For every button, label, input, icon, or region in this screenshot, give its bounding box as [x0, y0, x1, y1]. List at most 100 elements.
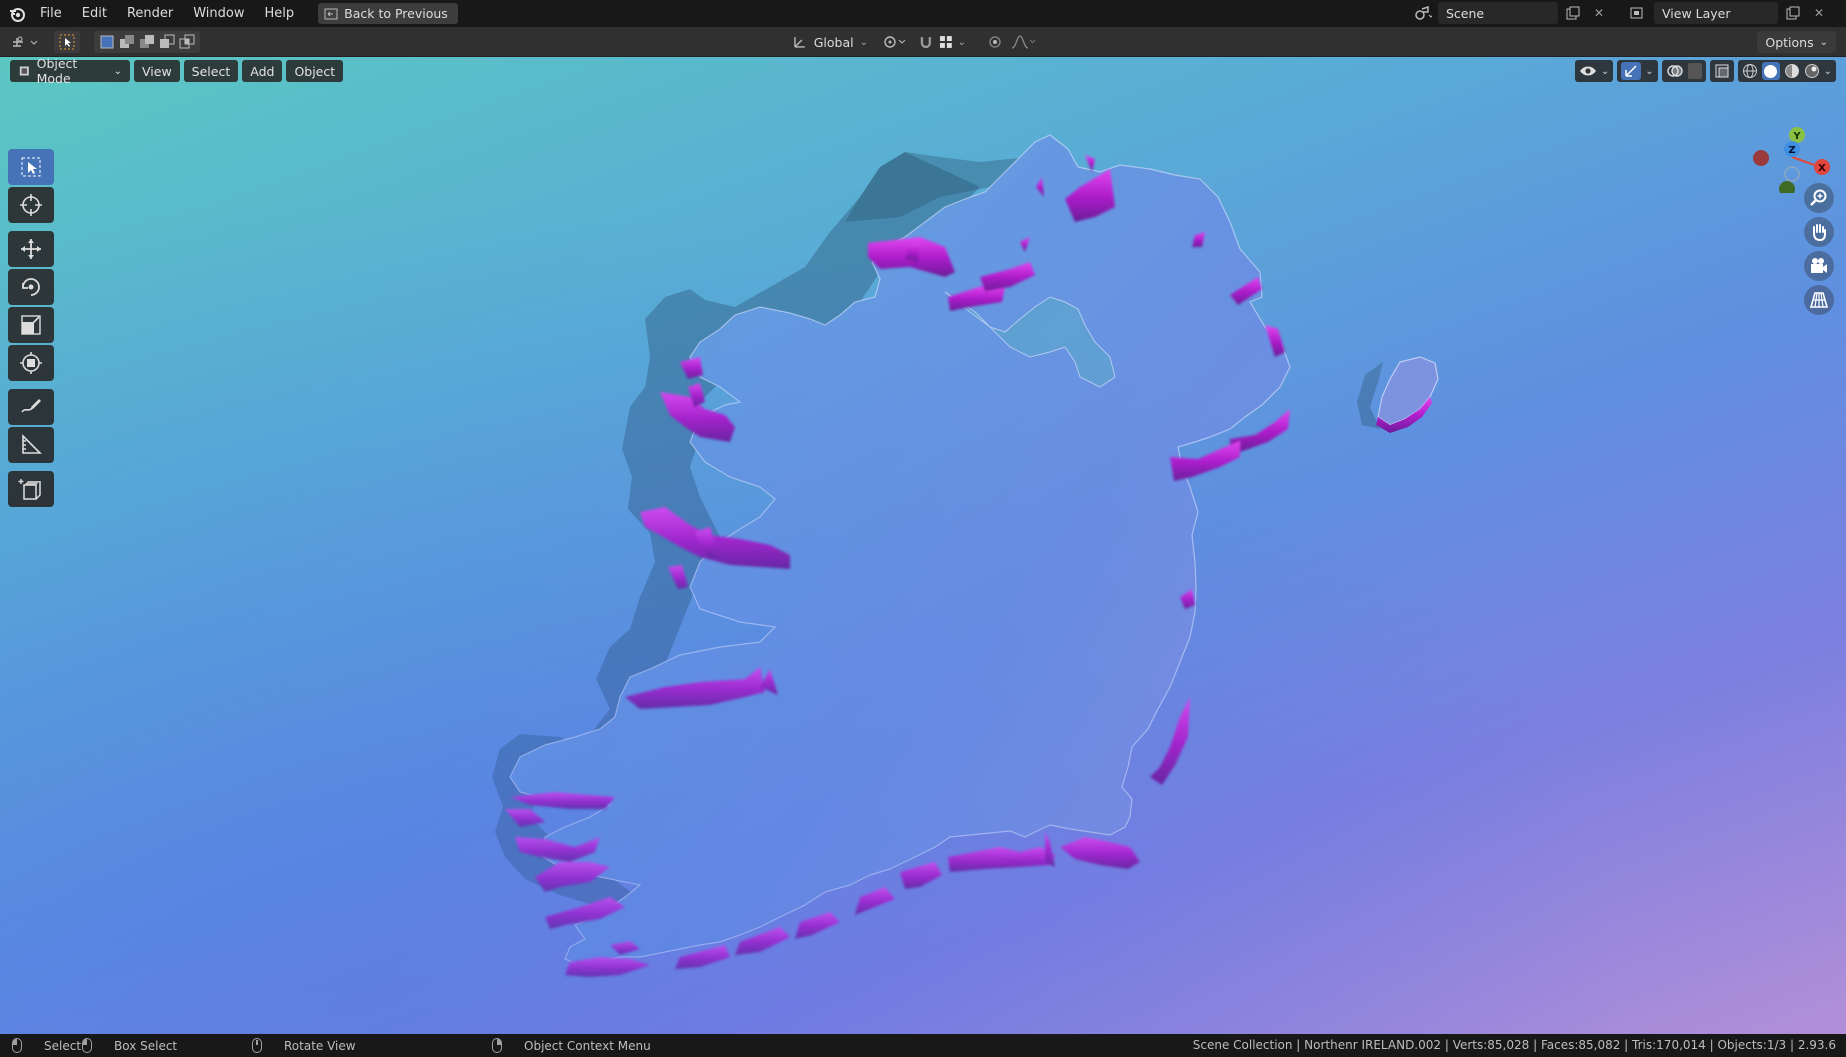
pan-view-button[interactable]	[1804, 217, 1834, 247]
scale-icon	[21, 315, 41, 335]
add-cube-icon	[18, 479, 41, 500]
options-dropdown[interactable]: Options ⌄	[1757, 31, 1836, 53]
overlays-icon[interactable]	[1666, 63, 1684, 79]
viewport-menu-select[interactable]: Select	[183, 60, 239, 82]
blender-window: File Edit Render Window Help Back to Pre…	[0, 0, 1846, 1057]
viewport-shading-controls: ⌄ ⌄ ⌄	[1574, 60, 1836, 82]
back-icon	[324, 8, 338, 19]
tool-rotate[interactable]	[8, 269, 54, 305]
visibility-group: ⌄	[1574, 60, 1614, 82]
snap-increment-icon[interactable]	[938, 34, 954, 50]
new-view-layer-icon[interactable]	[1782, 2, 1804, 24]
overlays-dropdown[interactable]	[1687, 63, 1702, 79]
back-to-previous-button[interactable]: Back to Previous	[318, 3, 458, 24]
select-intersect-icon[interactable]	[179, 34, 195, 50]
status-context-label: Object Context Menu	[524, 1038, 651, 1053]
snap-chevron-icon[interactable]: ⌄	[958, 37, 966, 48]
wireframe-shading-icon[interactable]	[1742, 63, 1758, 79]
new-scene-icon[interactable]	[1562, 2, 1584, 24]
viewport-menu-add[interactable]: Add	[242, 60, 283, 82]
annotate-pencil-icon	[21, 399, 41, 413]
scene-name-field[interactable]: Scene	[1438, 2, 1558, 24]
tool-header: Global ⌄ ⌄ Options ⌄	[0, 27, 1846, 57]
tool-measure[interactable]	[8, 427, 54, 463]
xray-icon[interactable]	[1714, 63, 1730, 79]
scene-selector: Scene ✕	[1412, 2, 1610, 24]
transform-orientation-dropdown[interactable]: Global ⌄	[786, 31, 874, 53]
select-subtract-icon[interactable]	[139, 34, 155, 50]
proportional-edit-icon[interactable]	[987, 34, 1003, 50]
visibility-chevron-icon[interactable]: ⌄	[1601, 66, 1609, 77]
tool-scale[interactable]	[8, 307, 54, 343]
measure-ruler-icon	[22, 434, 42, 454]
mode-label: Object Mode	[36, 57, 78, 86]
3d-viewport[interactable]: Object Mode ⌄ View Select Add Object ⌄ ⌄	[0, 57, 1846, 1034]
status-select-label: Select	[44, 1038, 82, 1053]
viewport-menu-view[interactable]: View	[134, 60, 180, 82]
falloff-curve-icon[interactable]	[1011, 34, 1037, 50]
orientation-icon	[794, 37, 805, 48]
menu-render[interactable]: Render	[117, 0, 183, 27]
scene-statistics: Scene Collection | Northenr IRELAND.002 …	[1192, 1038, 1836, 1052]
tool-select-box[interactable]	[8, 149, 54, 185]
overlay-group	[1661, 60, 1706, 82]
delete-scene-icon[interactable]: ✕	[1588, 2, 1610, 24]
blender-logo-icon[interactable]	[4, 0, 30, 27]
select-difference-icon[interactable]	[159, 34, 175, 50]
top-menubar: File Edit Render Window Help Back to Pre…	[0, 0, 1846, 27]
select-extend-icon[interactable]	[119, 34, 135, 50]
selection-mode-group	[94, 31, 200, 53]
hand-icon	[1813, 224, 1826, 242]
status-rotate-hint: Rotate View	[252, 1038, 356, 1053]
viewport-menu-object[interactable]: Object	[286, 60, 344, 82]
ireland-map-mesh[interactable]	[0, 57, 1846, 1034]
rotate-icon	[22, 278, 40, 296]
menu-window[interactable]: Window	[183, 0, 254, 27]
chevron-down-icon: ⌄	[859, 36, 868, 48]
delete-view-layer-icon[interactable]: ✕	[1808, 2, 1830, 24]
status-context-hint: Object Context Menu	[492, 1038, 651, 1053]
pivot-point-icon[interactable]	[880, 31, 910, 53]
view-layer-field[interactable]: View Layer	[1654, 2, 1778, 24]
tool-cursor[interactable]	[8, 187, 54, 223]
tool-transform[interactable]	[8, 345, 54, 381]
object-mode-dropdown[interactable]: Object Mode ⌄	[10, 57, 130, 86]
menu-file[interactable]: File	[30, 0, 72, 27]
menu-edit[interactable]: Edit	[72, 0, 117, 27]
select-new-icon[interactable]	[99, 34, 115, 50]
gizmo-neg-y[interactable]	[1779, 181, 1795, 197]
xray-group	[1709, 60, 1734, 82]
gizmo-neg-x[interactable]	[1753, 150, 1769, 166]
options-chevron-icon: ⌄	[1819, 36, 1828, 48]
view-layer-icon[interactable]	[1628, 2, 1650, 24]
zoom-view-button[interactable]	[1804, 183, 1834, 213]
navigation-gizmo[interactable]: X Y Z	[1736, 97, 1832, 197]
mouse-middle-icon	[252, 1038, 262, 1053]
status-select-hint: Select	[12, 1038, 81, 1053]
gizmo-z-label: Z	[1788, 145, 1795, 156]
rendered-shading-icon[interactable]	[1804, 63, 1820, 79]
shading-mode-group: ⌄	[1737, 60, 1836, 82]
grid-perspective-icon	[1809, 292, 1829, 308]
menu-help[interactable]: Help	[255, 0, 305, 27]
snap-magnet-icon[interactable]	[918, 34, 934, 50]
gizmo-neg-z[interactable]	[1784, 166, 1800, 182]
gizmo-toggle-icon[interactable]	[1621, 62, 1642, 80]
gizmo-chevron-icon[interactable]: ⌄	[1645, 66, 1653, 77]
object-mode-icon	[19, 66, 29, 76]
tool-add-cube[interactable]	[8, 471, 54, 507]
view-layer-selector: View Layer ✕	[1628, 2, 1830, 24]
tool-annotate[interactable]	[8, 389, 54, 425]
eye-icon[interactable]	[1579, 64, 1597, 78]
select-tool-icon[interactable]	[54, 31, 80, 53]
orientation-label: Global	[813, 34, 854, 50]
editor-type-icon[interactable]	[8, 31, 44, 53]
scene-icon[interactable]	[1412, 2, 1434, 24]
tool-move[interactable]	[8, 231, 54, 267]
camera-view-button[interactable]	[1804, 251, 1834, 281]
shading-chevron-icon[interactable]: ⌄	[1824, 66, 1832, 77]
solid-shading-icon[interactable]	[1761, 62, 1780, 80]
material-shading-icon[interactable]	[1784, 63, 1800, 79]
perspective-toggle-button[interactable]	[1804, 285, 1834, 315]
back-label: Back to Previous	[344, 6, 448, 21]
